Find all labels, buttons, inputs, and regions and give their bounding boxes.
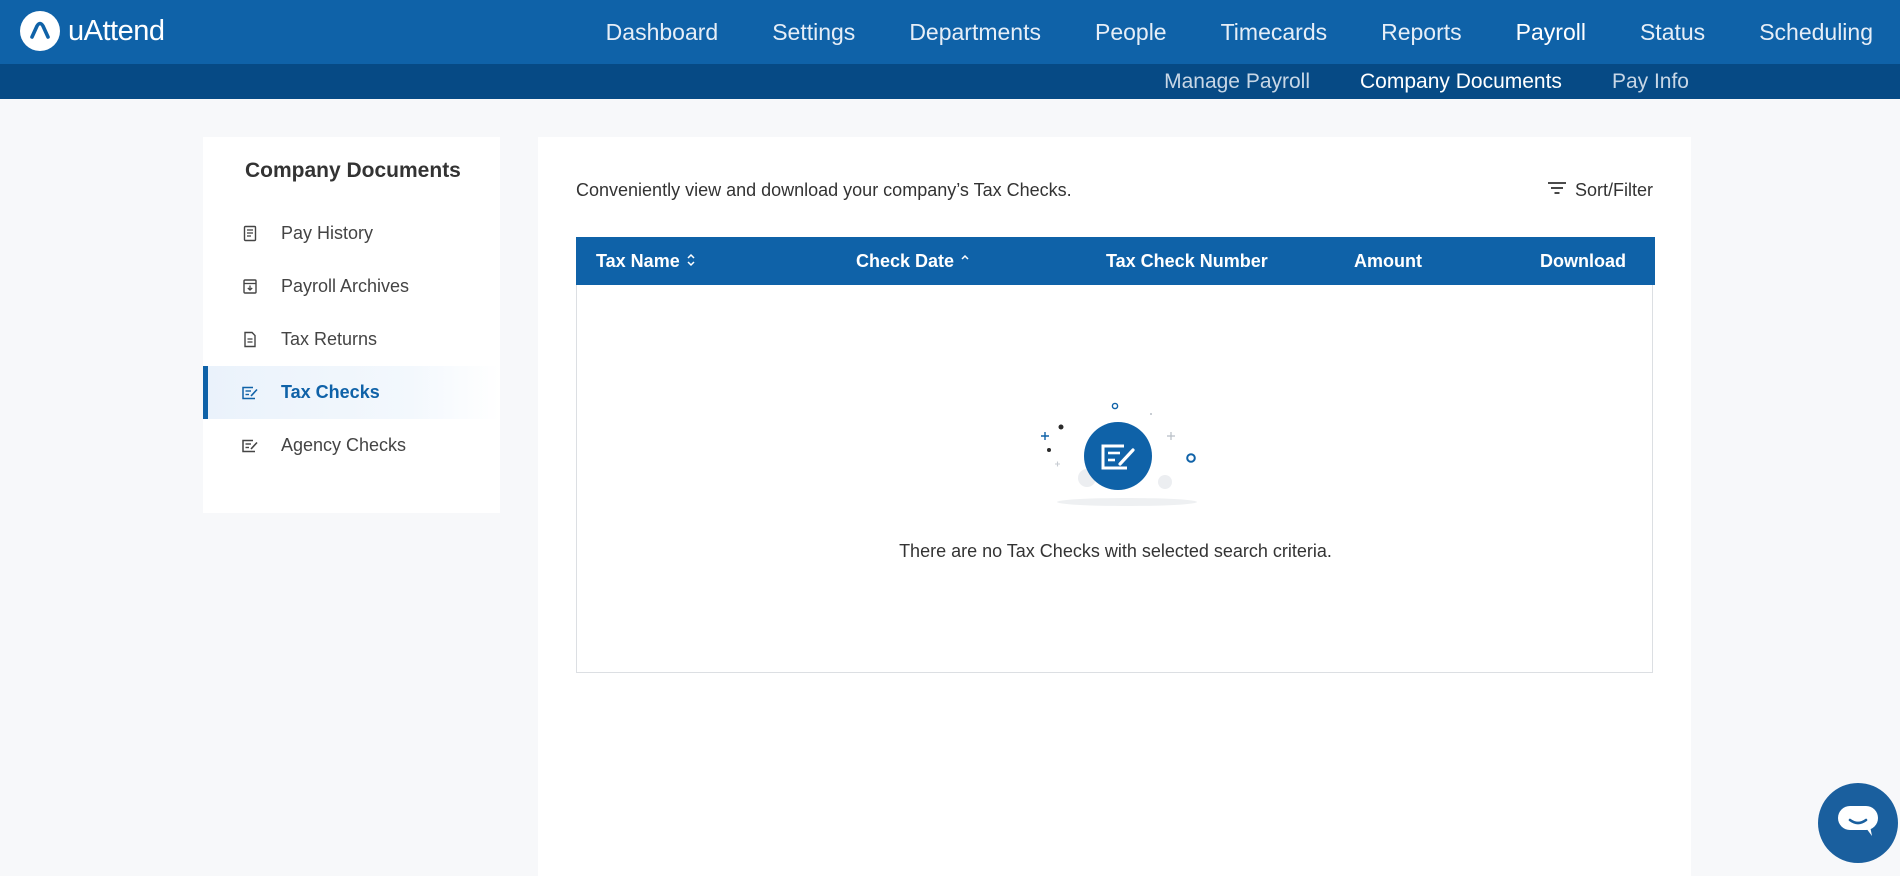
sidebar-item-label: Agency Checks: [281, 435, 407, 455]
main-panel: Conveniently view and download your comp…: [538, 137, 1691, 876]
sidebar-item-payroll-archives[interactable]: Payroll Archives: [203, 260, 500, 313]
sidebar-item-label: Payroll Archives: [281, 276, 410, 296]
chat-button[interactable]: [1818, 783, 1898, 863]
page-description: Conveniently view and download your comp…: [576, 180, 1072, 200]
check-icon: [241, 384, 259, 402]
column-label: Tax Check Number: [1106, 250, 1268, 271]
column-label: Amount: [1354, 250, 1422, 271]
column-header-tax-check-number: Tax Check Number: [1106, 237, 1268, 285]
subnav-manage-payroll[interactable]: Manage Payroll: [1139, 70, 1335, 94]
nav-dashboard[interactable]: Dashboard: [579, 0, 746, 64]
nav-reports[interactable]: Reports: [1354, 0, 1489, 64]
sidebar-item-tax-checks[interactable]: Tax Checks: [203, 366, 500, 419]
sidebar-item-tax-returns[interactable]: Tax Returns: [203, 313, 500, 366]
subnav-company-documents[interactable]: Company Documents: [1335, 70, 1587, 94]
column-header-tax-name[interactable]: Tax Name: [596, 237, 696, 285]
document-icon: [241, 331, 259, 349]
empty-state: There are no Tax Checks with selected se…: [577, 286, 1654, 674]
top-nav-bar: uAttend Dashboard Settings Departments P…: [0, 0, 1900, 64]
empty-state-illustration: [1027, 396, 1227, 516]
sort-filter-label: Sort/Filter: [1574, 180, 1653, 200]
receipt-icon: [241, 225, 259, 243]
nav-settings[interactable]: Settings: [745, 0, 882, 64]
sidebar-title: Company Documents: [245, 159, 461, 182]
nav-timecards[interactable]: Timecards: [1194, 0, 1355, 64]
logo-text: uAttend: [68, 14, 165, 47]
column-label: Tax Name: [596, 250, 680, 271]
column-header-download: Download: [1540, 237, 1626, 285]
logo-mark-icon: [20, 11, 60, 51]
filter-icon: [1547, 180, 1567, 201]
sort-asc-icon: [960, 251, 970, 272]
nav-payroll[interactable]: Payroll: [1489, 0, 1613, 64]
nav-status[interactable]: Status: [1613, 0, 1732, 64]
sidebar: Company Documents Pay History Payroll Ar…: [203, 137, 500, 513]
sub-nav-bar: Manage Payroll Company Documents Pay Inf…: [0, 64, 1900, 99]
tax-checks-table: Tax Name Check Date Tax Check Number Amo…: [576, 237, 1655, 674]
sidebar-item-label: Tax Returns: [281, 329, 378, 349]
sort-both-icon: [686, 251, 696, 272]
uattend-logo[interactable]: uAttend: [20, 11, 165, 51]
main-nav: Dashboard Settings Departments People Ti…: [579, 0, 1900, 64]
column-label: Check Date: [856, 250, 955, 271]
sidebar-item-agency-checks[interactable]: Agency Checks: [203, 419, 500, 472]
sub-nav: Manage Payroll Company Documents Pay Inf…: [1139, 64, 1714, 99]
nav-people[interactable]: People: [1068, 0, 1194, 64]
column-header-check-date[interactable]: Check Date: [856, 237, 970, 285]
table-header: Tax Name Check Date Tax Check Number Amo…: [576, 237, 1655, 285]
sidebar-item-label: Pay History: [281, 223, 374, 243]
empty-state-message: There are no Tax Checks with selected se…: [899, 541, 1332, 561]
subnav-pay-info[interactable]: Pay Info: [1587, 70, 1714, 94]
sidebar-item-pay-history[interactable]: Pay History: [203, 207, 500, 260]
chat-bubble-icon: [1836, 804, 1880, 843]
sidebar-list: Pay History Payroll Archives Tax Returns…: [203, 207, 500, 472]
nav-scheduling[interactable]: Scheduling: [1732, 0, 1900, 64]
column-label: Download: [1540, 250, 1626, 271]
sidebar-item-label: Tax Checks: [281, 382, 380, 402]
column-header-amount: Amount: [1354, 237, 1422, 285]
nav-departments[interactable]: Departments: [882, 0, 1068, 64]
check-icon: [241, 437, 259, 455]
sort-filter-button[interactable]: Sort/Filter: [1547, 180, 1653, 201]
archive-icon: [241, 278, 259, 296]
